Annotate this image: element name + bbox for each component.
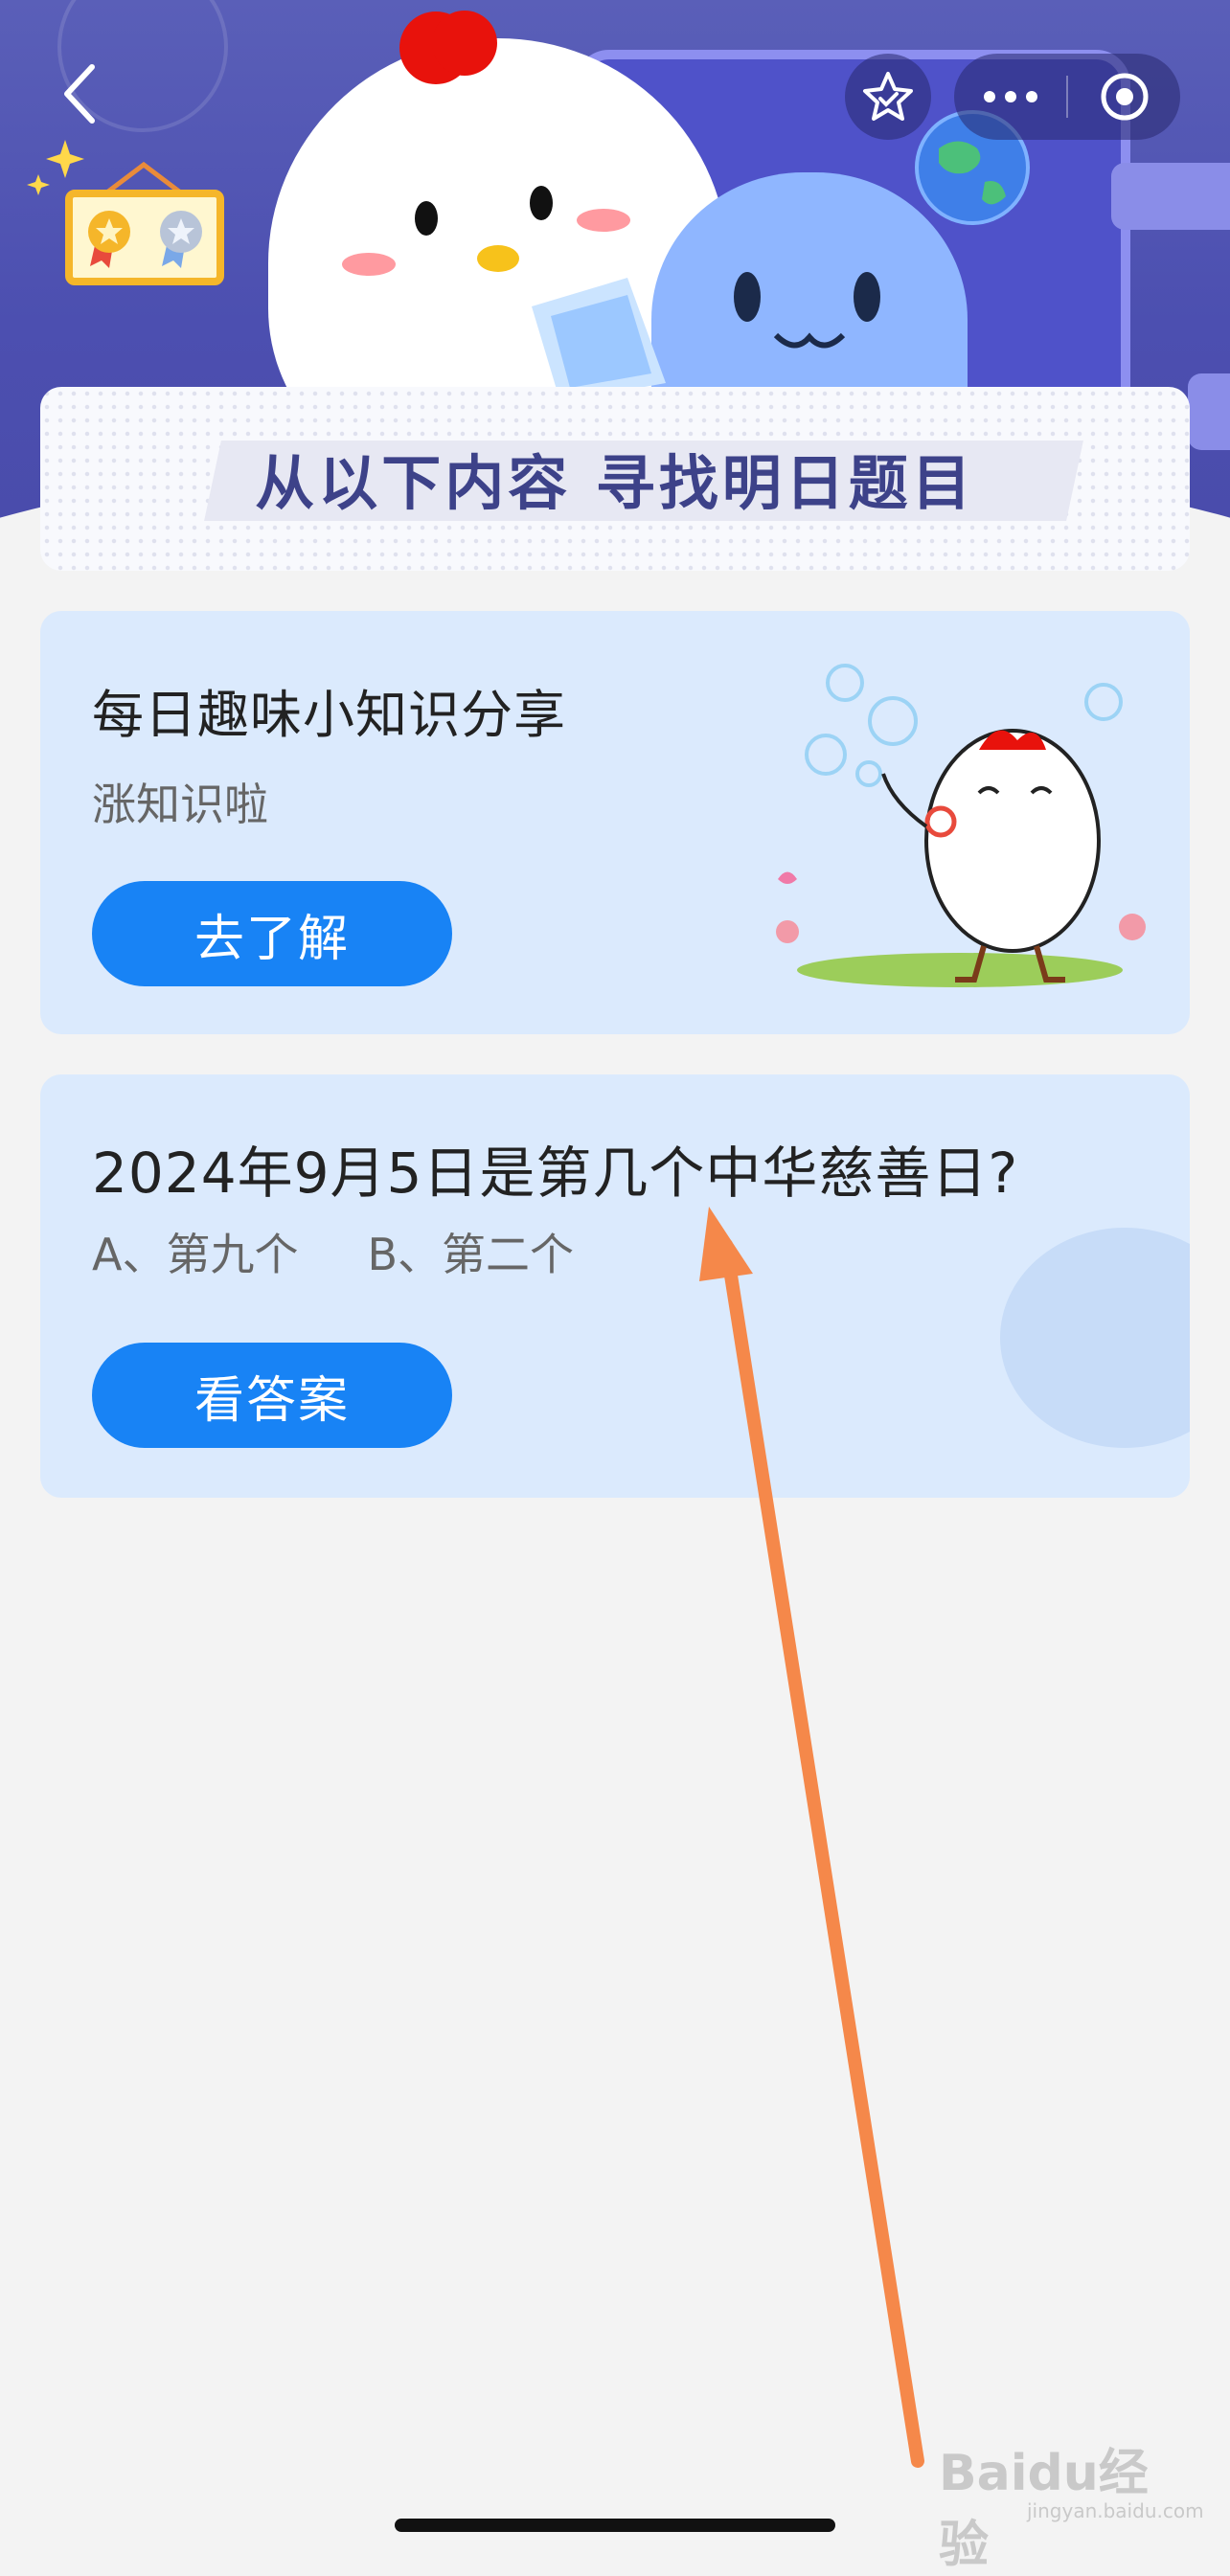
home-indicator[interactable] [395,2519,835,2532]
watermark-domain: jingyan.baidu.com [1027,2499,1204,2522]
annotation-arrow [699,1207,924,2468]
